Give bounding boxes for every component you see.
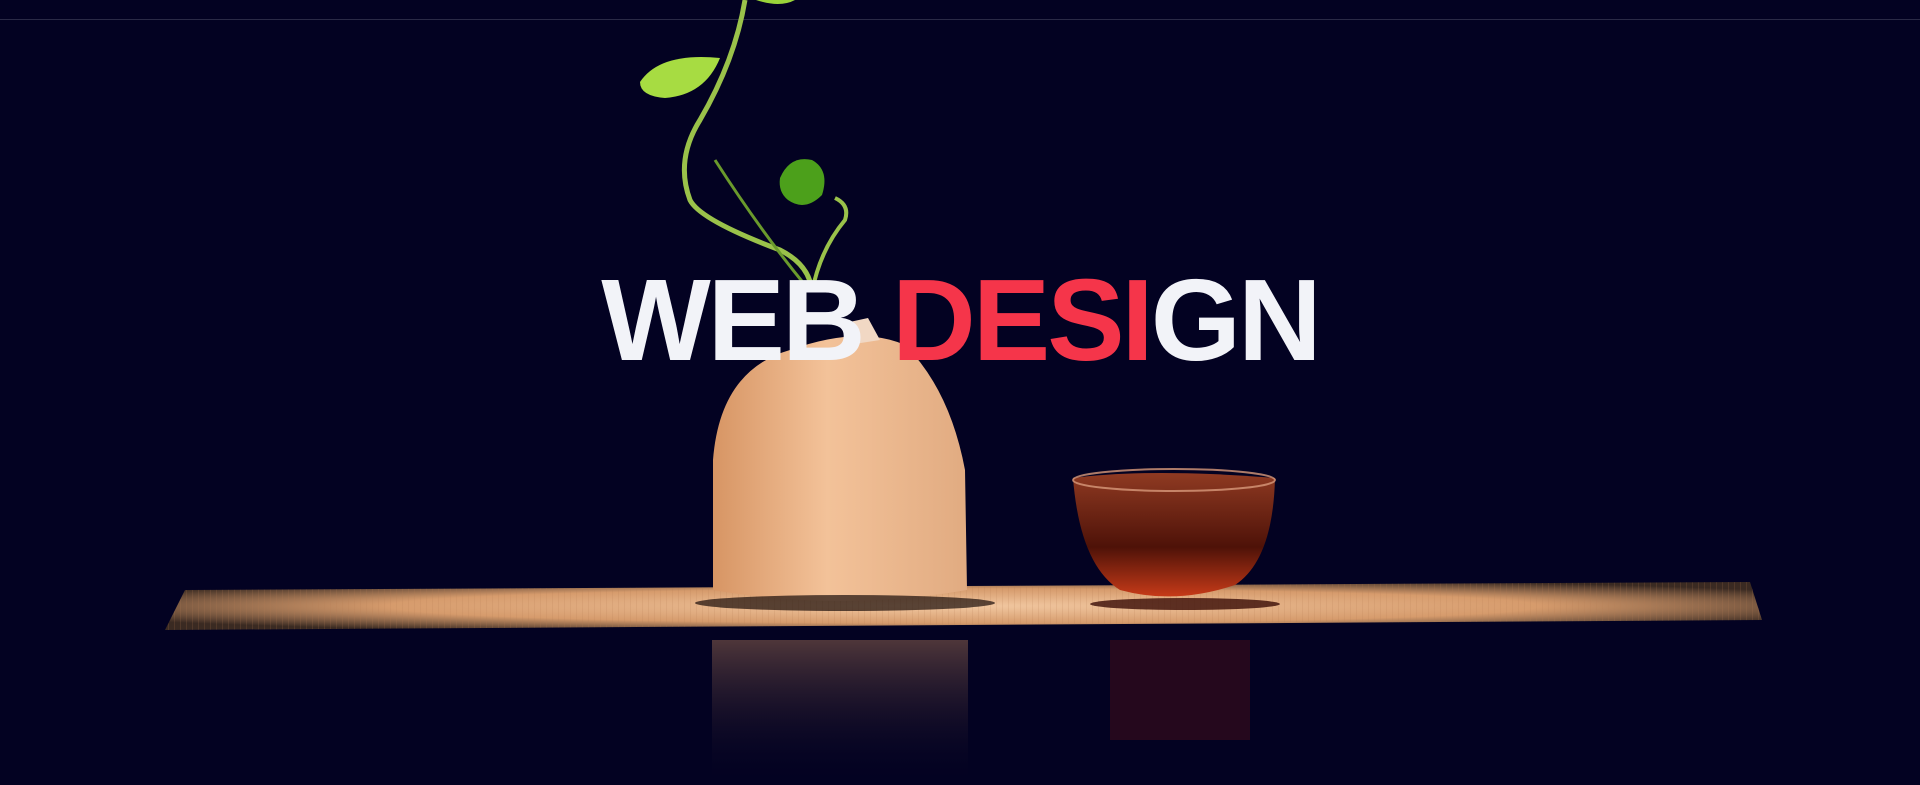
hero-title-part-1: WEB bbox=[601, 255, 893, 385]
hero-background-image bbox=[165, 0, 1762, 785]
hero-title: WEB DESIGN bbox=[0, 262, 1920, 378]
hero-title-part-3: GN bbox=[1150, 255, 1322, 385]
hero-section: WEB DESIGN bbox=[0, 0, 1920, 785]
hero-title-accent: DESI bbox=[892, 255, 1154, 385]
